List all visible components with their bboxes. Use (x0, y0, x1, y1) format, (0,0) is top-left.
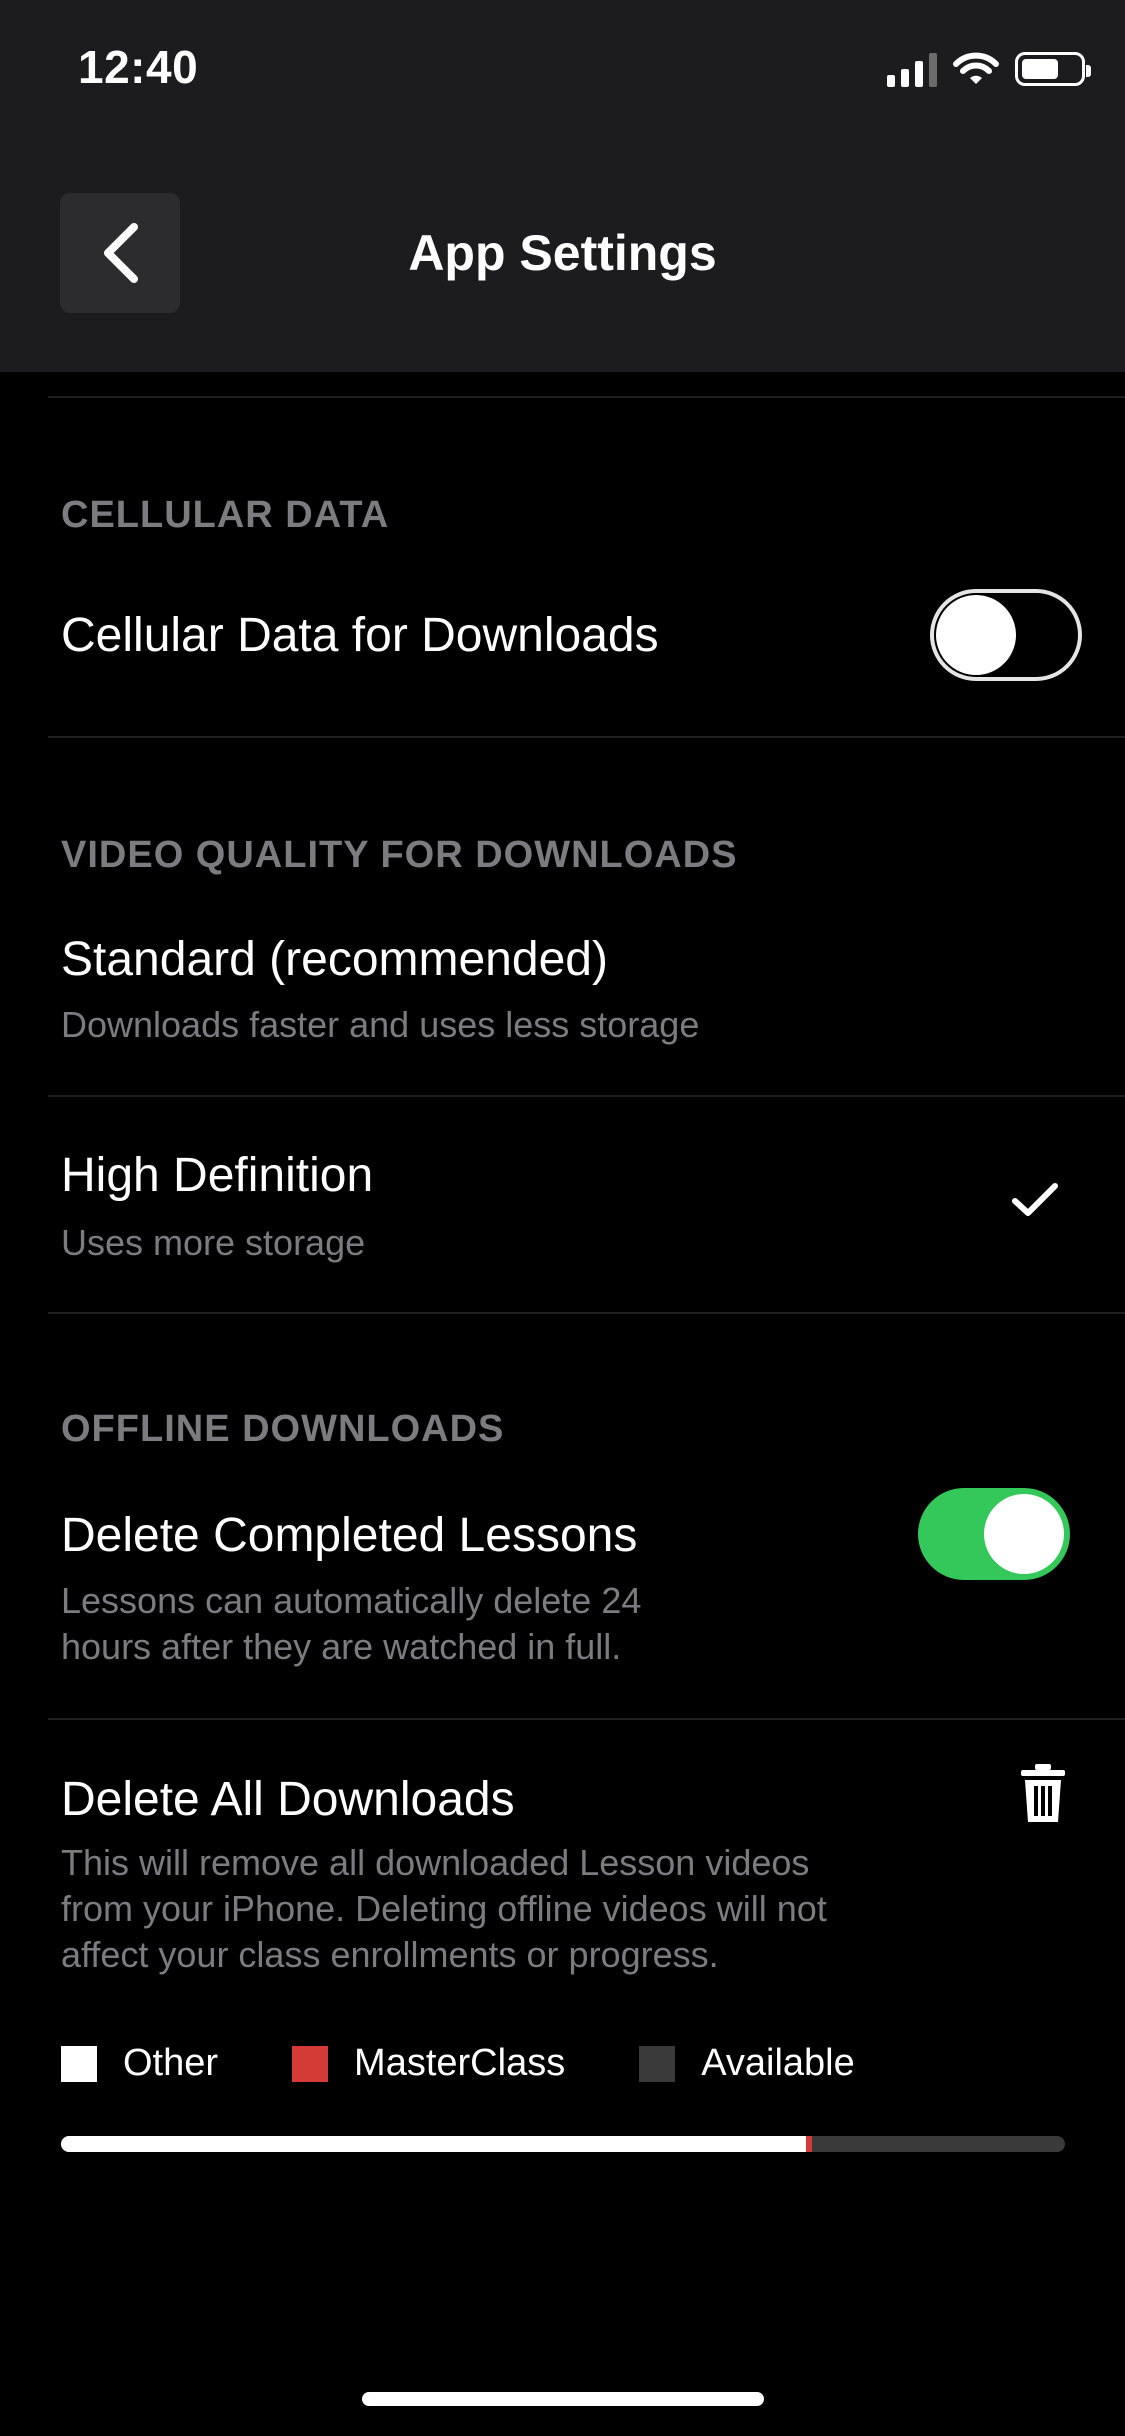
checkmark-icon (1012, 1183, 1058, 1216)
delete-all-desc-line2: from your iPhone. Deleting offline video… (61, 1888, 827, 1929)
toggle-knob (984, 1494, 1064, 1574)
legend-item-masterclass: MasterClass (292, 2042, 565, 2085)
section-header-cellular: CELLULAR DATA (61, 494, 390, 536)
wifi-icon (953, 52, 999, 84)
app-settings-screen: 12:40 App Settings CELLULAR DATA Cellula… (0, 0, 1125, 2436)
home-indicator (362, 2392, 764, 2406)
delete-completed-desc-line1: Lessons can automatically delete 24 (61, 1580, 642, 1621)
delete-all-label: Delete All Downloads (61, 1773, 515, 1826)
divider (48, 736, 1125, 738)
storage-segment-other (61, 2136, 806, 2152)
quality-option-subtitle: Uses more storage (61, 1222, 366, 1263)
legend-item-other: Other (61, 2042, 218, 2085)
delete-completed-toggle[interactable] (918, 1488, 1070, 1580)
legend-label: Other (123, 2042, 219, 2084)
divider (48, 1312, 1125, 1314)
legend-label: Available (701, 2042, 855, 2084)
cellular-signal-icon (887, 51, 937, 87)
quality-option-subtitle: Downloads faster and uses less storage (61, 1004, 700, 1045)
battery-icon (1015, 52, 1091, 86)
quality-option-title: Standard (recommended) (61, 933, 608, 986)
storage-legend: Other MasterClass Available (61, 2042, 929, 2085)
divider (48, 1718, 1125, 1720)
divider (48, 1095, 1125, 1097)
header-area: 12:40 App Settings (0, 0, 1125, 372)
delete-all-desc-line1: This will remove all downloaded Lesson v… (61, 1842, 810, 1883)
quality-option-title: High Definition (61, 1149, 374, 1202)
legend-label: MasterClass (354, 2042, 566, 2084)
legend-swatch (61, 2045, 97, 2082)
delete-completed-label: Delete Completed Lessons (61, 1509, 638, 1562)
section-header-video-quality: VIDEO QUALITY FOR DOWNLOADS (61, 834, 738, 876)
legend-swatch (639, 2045, 676, 2082)
cellular-downloads-toggle[interactable] (930, 589, 1082, 681)
legend-item-available: Available (639, 2042, 855, 2085)
cellular-downloads-label: Cellular Data for Downloads (61, 609, 659, 662)
status-time: 12:40 (78, 41, 199, 93)
toggle-knob (936, 595, 1016, 675)
section-header-offline: OFFLINE DOWNLOADS (61, 1408, 505, 1450)
storage-usage-bar (61, 2136, 1065, 2152)
storage-segment-masterclass (805, 2136, 812, 2152)
page-title: App Settings (408, 225, 717, 281)
legend-swatch (292, 2045, 329, 2082)
divider (48, 396, 1125, 398)
delete-completed-desc-line2: hours after they are watched in full. (61, 1626, 622, 1667)
trash-icon[interactable] (1021, 1764, 1065, 1824)
delete-all-desc-line3: affect your class enrollments or progres… (61, 1934, 719, 1975)
status-icons (887, 48, 1091, 90)
